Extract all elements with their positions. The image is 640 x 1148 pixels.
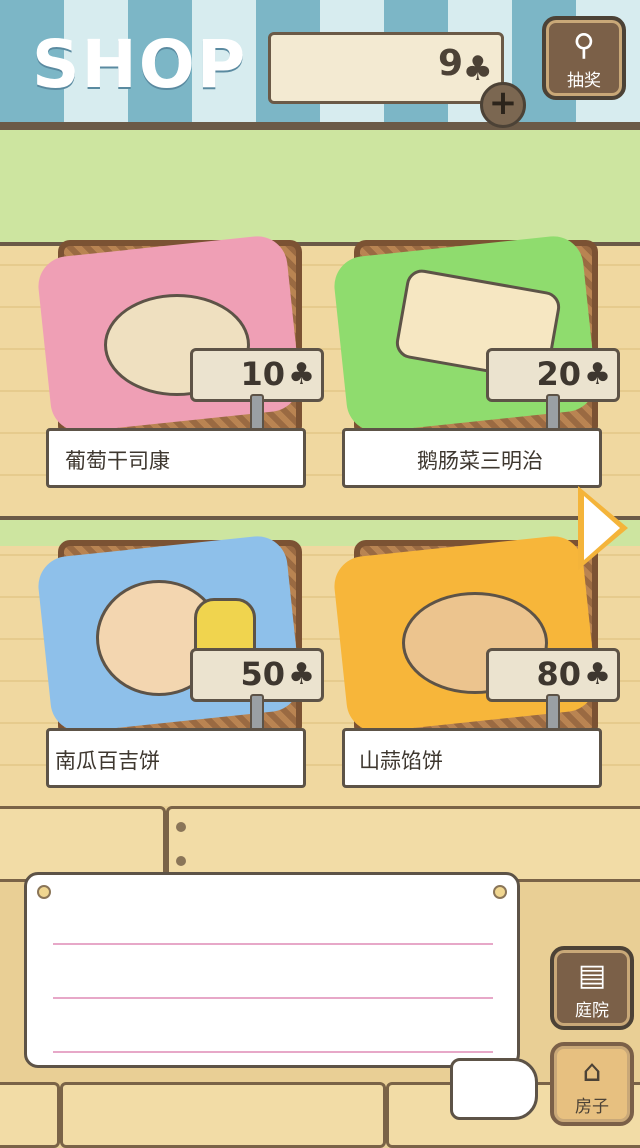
item-name-plate: 山蒜馅饼	[342, 728, 602, 788]
item-name: 鹅肠菜三明治	[417, 449, 543, 473]
shop-title: SHOP	[32, 26, 248, 103]
shop-wall	[0, 130, 640, 246]
add-clover-button[interactable]: +	[480, 82, 526, 128]
clover-icon: ♣	[584, 357, 611, 392]
clover-balance-panel: 9 ♣	[268, 32, 504, 104]
tag-hook	[546, 394, 560, 432]
bell-icon: ⚲	[573, 28, 595, 63]
message-board	[24, 872, 520, 1068]
house-icon: ⌂	[582, 1054, 602, 1089]
clover-icon: ♣	[584, 657, 611, 692]
clover-icon: ♣	[288, 357, 315, 392]
ruled-line	[53, 1051, 493, 1053]
yard-icon: ▤	[577, 958, 607, 993]
item-name: 山蒜馅饼	[359, 749, 443, 773]
item-name: 南瓜百吉饼	[55, 749, 160, 773]
lottery-button[interactable]: ⚲ 抽奖	[542, 16, 626, 100]
clover-icon: ♣	[288, 657, 315, 692]
shop-item-pumpkin-bagel[interactable]: 50 ♣ 南瓜百吉饼	[35, 533, 324, 790]
awning-edge	[0, 122, 640, 130]
pin	[37, 885, 51, 899]
item-name-plate: 鹅肠菜三明治	[342, 428, 602, 488]
shop-item-raisin-scone[interactable]: 10 ♣ 葡萄干司康	[35, 233, 324, 490]
house-label: 房子	[575, 1097, 609, 1117]
ruled-line	[53, 997, 493, 999]
ruled-line	[53, 943, 493, 945]
item-name: 葡萄干司康	[65, 449, 170, 473]
nail	[176, 822, 186, 832]
tag-hook	[250, 394, 264, 432]
yard-button[interactable]: ▤ 庭院	[550, 946, 634, 1030]
item-name-plate: 葡萄干司康	[46, 428, 306, 488]
shop-item-chickweed-sandwich[interactable]: 20 ♣ 鹅肠菜三明治	[331, 233, 620, 490]
price-value: 50	[240, 655, 285, 693]
floor-plank	[0, 806, 166, 882]
price-value: 80	[536, 655, 581, 693]
shop-item-garlic-pie[interactable]: 80 ♣ 山蒜馅饼	[331, 533, 620, 790]
lottery-label: 抽奖	[567, 71, 601, 91]
floor-plank	[166, 806, 640, 882]
tag-hook	[546, 694, 560, 732]
pin	[493, 885, 507, 899]
pointing-hand-icon	[450, 1058, 538, 1120]
clover-count: 9	[437, 43, 463, 84]
tag-hook	[250, 694, 264, 732]
floor-plank	[60, 1082, 386, 1148]
yard-label: 庭院	[575, 1001, 609, 1021]
price-value: 20	[536, 355, 581, 393]
item-name-plate: 南瓜百吉饼	[46, 728, 306, 788]
price-value: 10	[240, 355, 285, 393]
house-button[interactable]: ⌂ 房子	[550, 1042, 634, 1126]
nail	[176, 856, 186, 866]
floor-plank	[0, 1082, 60, 1148]
next-page-arrow-inner	[584, 496, 620, 560]
